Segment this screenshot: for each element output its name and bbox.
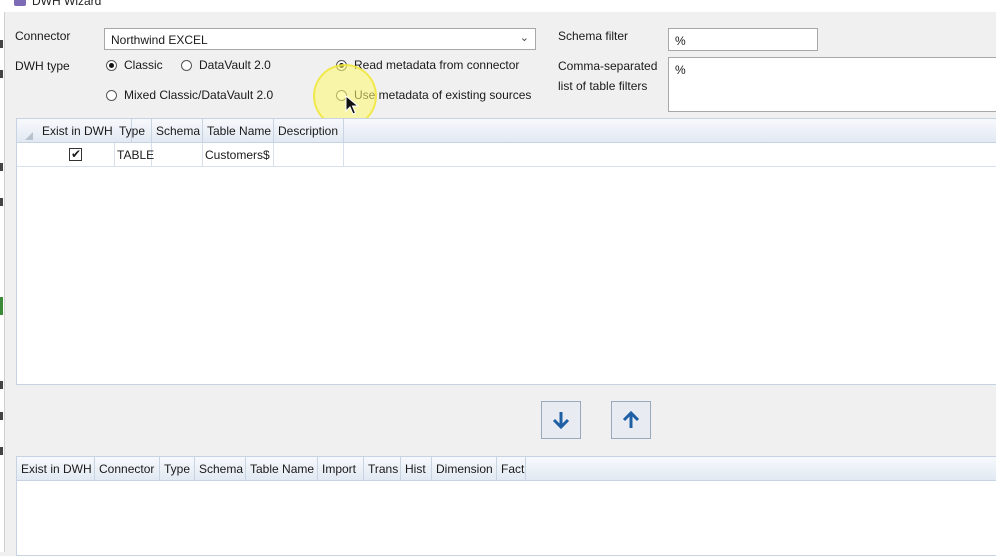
table-filters-label-line2: list of table filters	[558, 79, 648, 93]
connector-select[interactable]: Northwind EXCEL ⌄	[104, 28, 536, 50]
schema-filter-input[interactable]: %	[668, 28, 818, 51]
col-fact[interactable]: Fact	[497, 457, 526, 480]
select-all-corner[interactable]	[25, 132, 33, 140]
background-window-edge	[0, 0, 5, 552]
table-filters-value: %	[675, 63, 686, 77]
target-tables-grid[interactable]: Exist in DWH Connector Type Schema Table…	[16, 456, 996, 556]
source-tables-grid[interactable]: Exist in DWH Type Schema Table Name Desc…	[16, 118, 996, 385]
exist-in-dwh-checkbox[interactable]: ✔	[69, 147, 82, 161]
checkmark-icon: ✔	[71, 147, 82, 161]
move-down-button[interactable]	[541, 401, 581, 439]
cell-exist-in-dwh[interactable]: ✔	[38, 143, 115, 166]
cell-description	[274, 143, 344, 166]
edge-mark	[0, 412, 3, 420]
table-filters-label-line1: Comma-separated	[558, 59, 658, 73]
col-description[interactable]: Description	[274, 119, 344, 142]
radio-classic-label: Classic	[124, 58, 163, 72]
radio-classic[interactable]: Classic	[106, 58, 163, 72]
title-bar: DWH Wizard	[4, 0, 996, 12]
radio-datavault-label: DataVault 2.0	[199, 58, 271, 72]
col-table-name[interactable]: Table Name	[203, 119, 274, 142]
edge-mark	[0, 381, 3, 389]
radio-mixed-label: Mixed Classic/DataVault 2.0	[124, 88, 274, 102]
col-trans[interactable]: Trans	[364, 457, 401, 480]
col-schema[interactable]: Schema	[195, 457, 246, 480]
dwh-type-label: DWH type	[15, 59, 70, 73]
edge-mark	[0, 163, 3, 171]
table-filters-input[interactable]: %	[668, 57, 996, 112]
edge-mark	[0, 198, 3, 206]
col-exist-in-dwh[interactable]: Exist in DWH	[17, 457, 95, 480]
col-import[interactable]: Import	[318, 457, 364, 480]
app-icon	[14, 0, 26, 6]
col-type[interactable]: Type	[115, 119, 152, 142]
edge-mark	[0, 40, 3, 48]
col-type[interactable]: Type	[160, 457, 195, 480]
radio-dot-icon	[181, 59, 192, 71]
mouse-cursor-icon	[345, 95, 359, 115]
col-connector[interactable]: Connector	[95, 457, 160, 480]
cell-type: TABLE	[115, 143, 154, 166]
col-table-name[interactable]: Table Name	[246, 457, 318, 480]
cell-schema	[152, 143, 203, 166]
edge-mark	[0, 447, 3, 455]
radio-mixed[interactable]: Mixed Classic/DataVault 2.0	[106, 88, 273, 102]
radio-datavault[interactable]: DataVault 2.0	[181, 58, 271, 72]
schema-filter-label: Schema filter	[558, 29, 629, 43]
window-title: DWH Wizard	[32, 0, 102, 8]
col-schema[interactable]: Schema	[152, 119, 203, 142]
schema-filter-value: %	[675, 34, 686, 48]
grid-header: Exist in DWH Type Schema Table Name Desc…	[17, 119, 996, 143]
table-row[interactable]: ✔ TABLE Customers$	[17, 143, 996, 167]
chevron-down-icon: ⌄	[519, 32, 529, 44]
cell-table-name: Customers$	[203, 143, 274, 166]
grid-header: Exist in DWH Connector Type Schema Table…	[17, 457, 996, 481]
radio-existing-metadata-label: Use metadata of existing sources	[354, 88, 532, 102]
edge-mark	[0, 70, 3, 78]
arrow-down-icon	[552, 412, 570, 430]
move-up-button[interactable]	[611, 401, 651, 439]
arrow-up-icon	[622, 410, 640, 428]
radio-read-metadata-label: Read metadata from connector	[354, 58, 520, 72]
connector-value: Northwind EXCEL	[111, 33, 208, 47]
radio-dot-icon	[106, 89, 117, 101]
col-hist[interactable]: Hist	[401, 457, 432, 480]
connector-label: Connector	[15, 29, 71, 43]
edge-mark	[0, 297, 3, 315]
col-dimension[interactable]: Dimension	[432, 457, 497, 480]
radio-dot-icon	[106, 59, 117, 71]
